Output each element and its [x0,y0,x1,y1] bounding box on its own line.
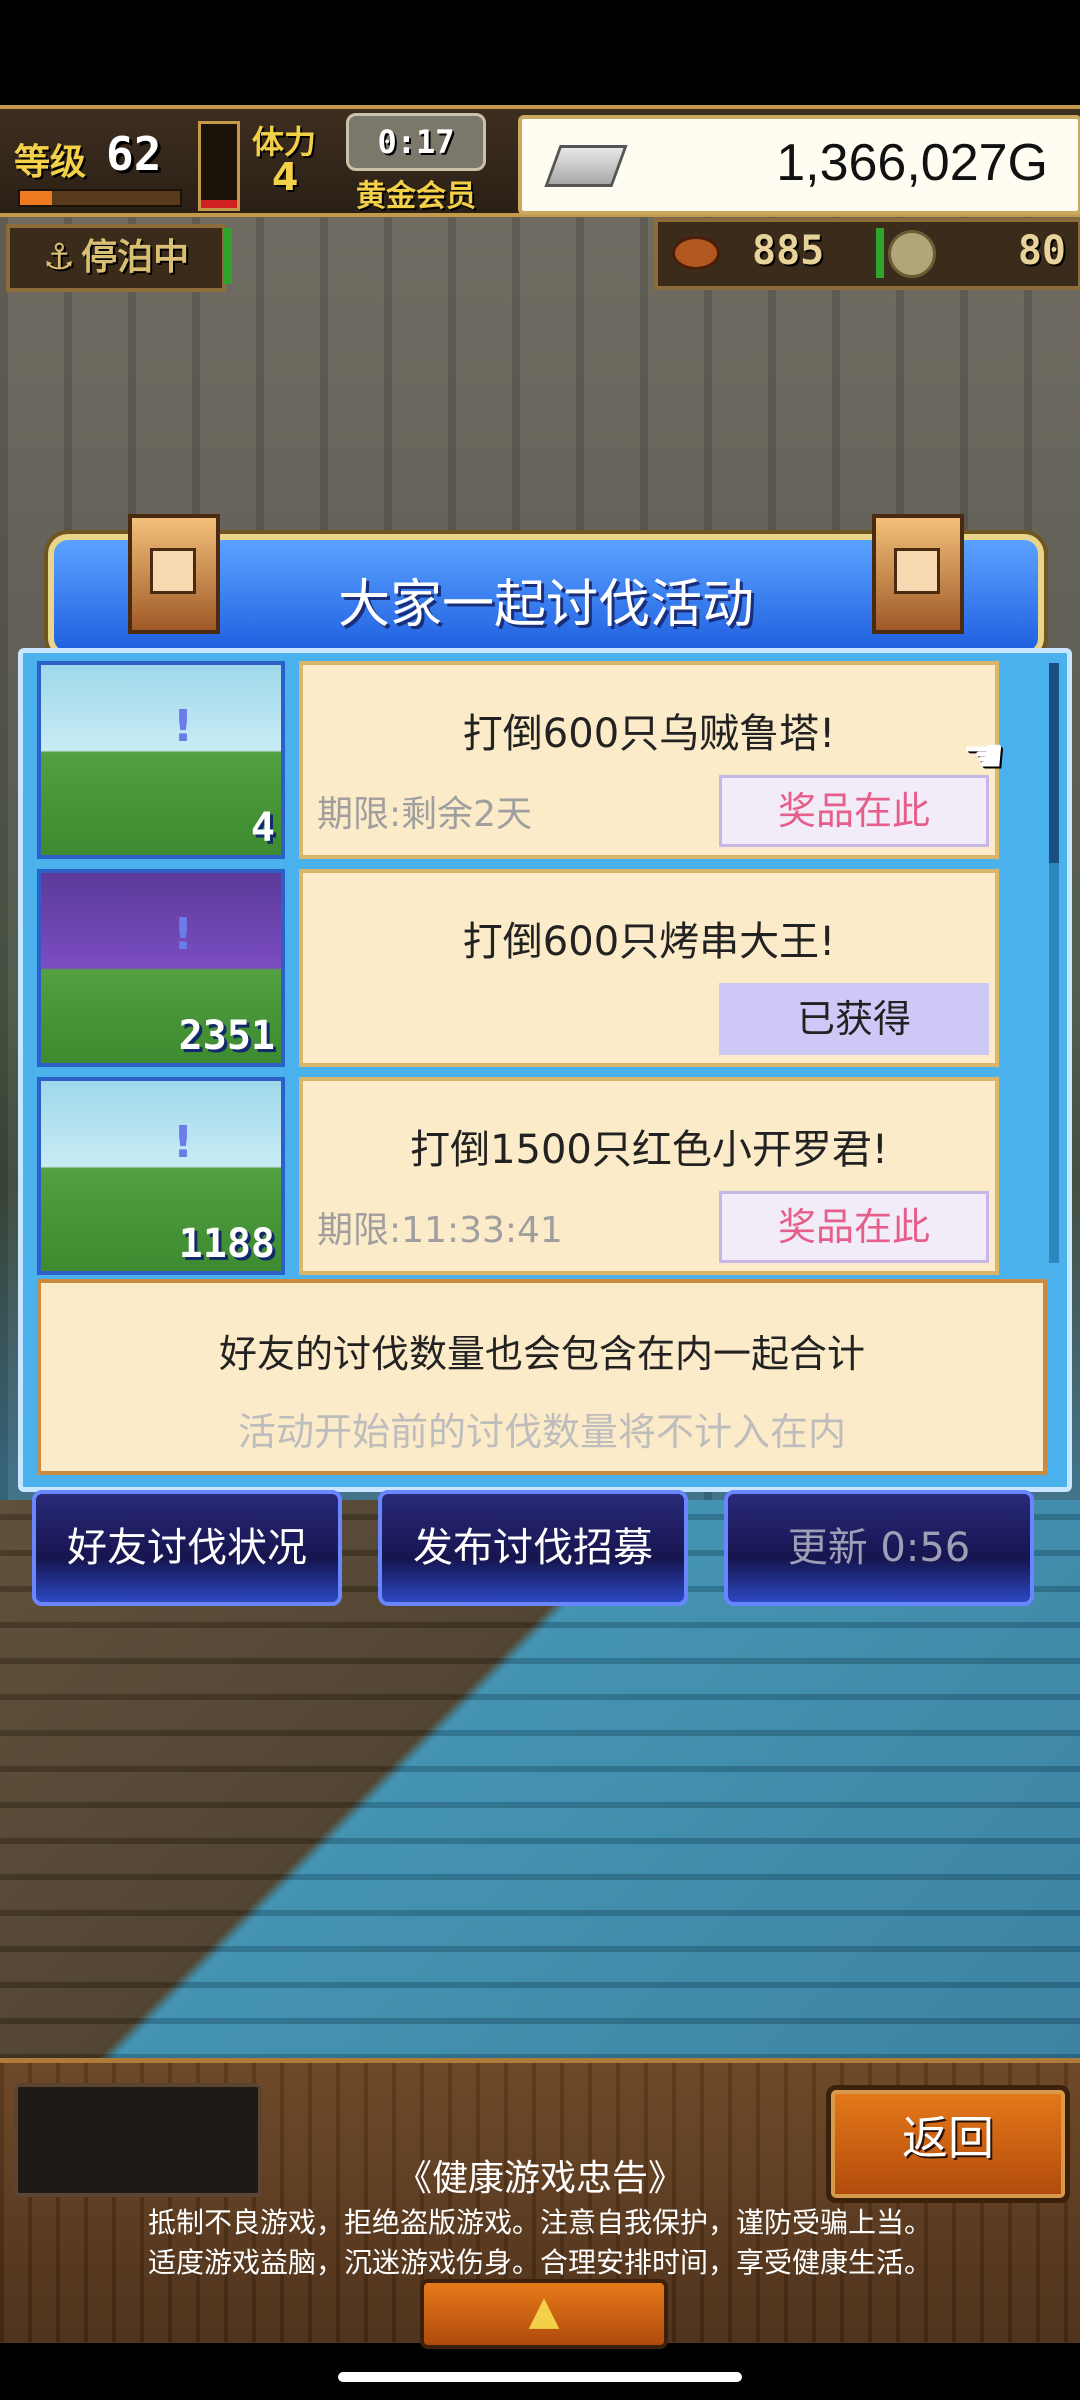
money-value: 1,366,027G [776,134,1048,192]
event-note: 好友的讨伐数量也会包含在内一起合计 活动开始前的讨伐数量将不计入在内 [37,1279,1047,1475]
home-indicator[interactable] [338,2372,742,2382]
coin-value: 80 [1017,228,1066,274]
quest-thumbnail: ! 4 [37,661,285,859]
status-indicator [224,228,232,284]
quest-card: 打倒600只烤串大王! 已获得 [299,869,999,1067]
refresh-button[interactable]: 更新 0:56 [724,1490,1034,1606]
red-gauge [198,121,240,211]
quest-scrollbar[interactable] [1049,663,1059,1263]
defeat-count: 2351 [178,1013,275,1059]
quest-thumbnail: ! 1188 [37,1077,285,1275]
quest-row: ! 4 打倒600只乌贼鲁塔! 期限:剩余2天 奖品在此 [37,661,1027,859]
defeat-count: 1188 [178,1221,275,1267]
level-box: 等级 62 [6,119,182,209]
quest-title: 打倒600只烤串大王! [462,919,836,965]
exclamation-icon: ! [173,701,194,752]
quest-title: 打倒1500只红色小开罗君! [410,1127,888,1173]
reward-button[interactable]: 奖品在此 [719,1191,989,1263]
quest-card: 打倒600只乌贼鲁塔! 期限:剩余2天 奖品在此 [299,661,999,859]
quest-thumbnail: ! 2351 [37,869,285,1067]
reward-button[interactable]: 奖品在此 [719,775,989,847]
quest-title: 打倒600只乌贼鲁塔! [462,711,836,757]
reward-claimed-button: 已获得 [719,983,989,1055]
stamina-timer: 0:17 [346,113,486,171]
quest-row: ! 1188 打倒1500只红色小开罗君! 期限:11:33:41 奖品在此 [37,1077,1027,1275]
status-label: 停泊中 [81,237,190,278]
event-panel-header: 大家一起讨伐活动 [48,514,1044,658]
character-face [894,548,940,594]
defeat-count: 4 [250,805,275,851]
level-label: 等级 [14,142,87,183]
exclamation-icon: ! [173,1117,194,1168]
exclamation-icon: ! [173,909,194,960]
pointing-hand-icon: ☚ [962,728,1006,784]
friend-status-button[interactable]: 好友讨伐状况 [32,1490,342,1606]
coin-icon [888,230,936,278]
stamina-value: 4 [272,155,299,199]
health-advisory-line: 抵制不良游戏，拒绝盗版游戏。注意自我保护，谨防受骗上当。 [147,2206,932,2239]
exp-bar-fill [20,191,52,205]
status-button[interactable]: ⚓ 停泊中 [6,224,226,292]
red-gauge-fill [201,199,237,208]
scroll-thumb[interactable] [1049,663,1059,863]
up-triangle-icon: ▲ [528,2288,560,2334]
resource-bar: 885 80 [654,218,1080,290]
anchor-icon: ⚓ [42,237,76,278]
quest-card: 打倒1500只红色小开罗君! 期限:11:33:41 奖品在此 [299,1077,999,1275]
character-portrait-right [872,514,964,634]
expand-menu-button[interactable]: ▲ [420,2279,668,2349]
level-value: 62 [106,127,162,181]
exp-bar [18,189,182,207]
silver-bar-icon [544,145,628,187]
resource-divider [876,228,884,278]
membership-badge[interactable]: 黄金会员 [356,171,476,215]
top-hud: 等级 62 体力 4 0:17 黄金会员 1,366,027G [0,105,1080,217]
quest-deadline: 期限:11:33:41 [317,1210,563,1251]
footer: 返回 《健康游戏忠告》 抵制不良游戏，拒绝盗版游戏。注意自我保护，谨防受骗上当。… [0,2058,1080,2349]
event-panel: ! 4 打倒600只乌贼鲁塔! 期限:剩余2天 奖品在此 ! 2351 打倒60… [18,648,1072,1492]
health-advisory-title: 《健康游戏忠告》 [395,2158,684,2199]
money-display[interactable]: 1,366,027G [518,115,1080,215]
health-advisory-line: 适度游戏益脑，沉迷游戏伤身。合理安排时间，享受健康生活。 [147,2246,932,2279]
note-sub: 活动开始前的讨伐数量将不计入在内 [237,1410,846,1454]
meat-icon [672,236,720,270]
quest-deadline: 期限:剩余2天 [317,794,533,835]
note-main: 好友的讨伐数量也会包含在内一起合计 [218,1332,865,1376]
post-recruit-button[interactable]: 发布讨伐招募 [378,1490,688,1606]
meat-value: 885 [752,228,825,274]
quest-row: ! 2351 打倒600只烤串大王! 已获得 [37,869,1027,1067]
